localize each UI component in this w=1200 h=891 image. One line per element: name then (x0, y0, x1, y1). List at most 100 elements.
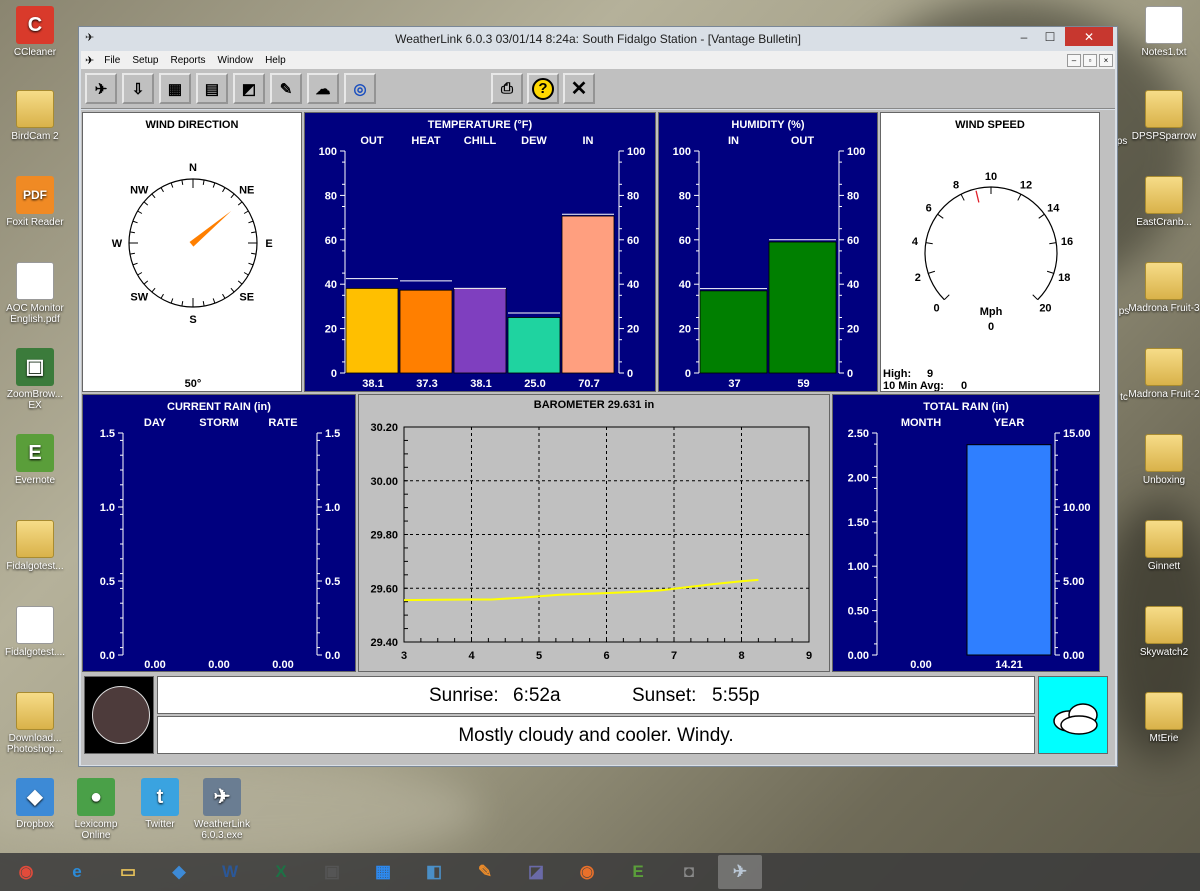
taskbar-button[interactable]: ◆ (157, 855, 201, 889)
bar-heat (399, 289, 453, 374)
help-icon: ? (532, 77, 554, 100)
mdi-close-button[interactable]: × (1099, 54, 1113, 67)
desktop-icon[interactable]: MtErie (1128, 692, 1200, 744)
scale-label: 80 (627, 190, 639, 202)
desktop-icon[interactable]: Fidalgotest.... (0, 606, 71, 658)
print-button[interactable]: ⎙ (491, 73, 523, 104)
desktop-icon[interactable]: Fidalgotest... (0, 520, 71, 572)
wind-direction-title: WIND DIRECTION (145, 119, 239, 131)
desktop-icon[interactable]: EastCranb... (1128, 176, 1200, 228)
column-label: RATE (268, 417, 297, 429)
gauge-tick (925, 242, 933, 245)
temperature-panel: TEMPERATURE (°F) OUT HEAT CHILL DEW IN 100 100… (304, 112, 656, 392)
notes-icon: ✎ (279, 80, 293, 98)
taskbar-button[interactable]: ◧ (412, 855, 456, 889)
weatherlink-icon: ✈ (732, 862, 748, 881)
desktop-icon[interactable]: ● Lexicomp Online (60, 778, 132, 841)
taskbar-button[interactable]: ◉ (565, 855, 609, 889)
scale-label: 60 (627, 235, 639, 247)
menu-file[interactable]: File (98, 55, 126, 66)
folder-icon (1145, 434, 1183, 472)
desktop-icon-label: Unboxing (1142, 475, 1186, 486)
scale-label: 20 (679, 324, 691, 336)
station-button[interactable]: ✈ (85, 73, 117, 104)
scale-label: 0.0 (100, 650, 115, 662)
exit-button[interactable]: ✕ (563, 73, 595, 104)
desktop-icon[interactable]: Unboxing (1128, 434, 1200, 486)
bulletin-button[interactable]: ▦ (159, 73, 191, 104)
noaa-button[interactable]: ◎ (344, 73, 376, 104)
desktop-icon-label: MtErie (1149, 733, 1179, 744)
wind-avg-value: 0 (961, 380, 968, 392)
taskbar-button[interactable]: ◉ (4, 855, 48, 889)
scale-label: 1.00 (848, 561, 869, 573)
weather-button[interactable]: ☁ (307, 73, 339, 104)
desktop-icon[interactable]: E Evernote (0, 434, 71, 486)
menu-setup[interactable]: Setup (126, 55, 164, 66)
app-icon: ✈ (85, 32, 95, 44)
total-rain-chart: MONTH YEAR 2.50 2.00 1.50 1.00 0.50 0.00 15.00 10… (848, 417, 1091, 671)
scale-label: 80 (679, 190, 691, 202)
desktop-icon[interactable]: Notes1.txt (1128, 6, 1200, 58)
document-icon[interactable]: ✈ (81, 54, 98, 67)
taskbar-button[interactable]: W (208, 855, 252, 889)
wind-compass: N NE E SE S SW W NW (112, 162, 273, 326)
bar-chill (453, 288, 507, 374)
desktop-icon[interactable]: Skywatch2 (1128, 606, 1200, 658)
column-label: STORM (199, 417, 239, 429)
forecast-panel: Mostly cloudy and cooler. Windy. (157, 716, 1035, 754)
desktop-icon[interactable]: PDF Foxit Reader (0, 176, 71, 228)
menu-help[interactable]: Help (259, 55, 292, 66)
mdi-minimize-button[interactable]: – (1067, 54, 1081, 67)
taskbar-button[interactable]: ▭ (106, 855, 150, 889)
desktop-icon[interactable]: AOC Monitor English.pdf (0, 262, 71, 325)
download-button[interactable]: ⇩ (122, 73, 154, 104)
help-button[interactable]: ? (527, 73, 559, 104)
notes-button[interactable]: ✎ (270, 73, 302, 104)
desktop-icon[interactable]: ✈ WeatherLink 6.0.3.exe (186, 778, 258, 841)
graph-button[interactable]: ◩ (233, 73, 265, 104)
desktop-icon[interactable]: Download... Photoshop... (0, 692, 71, 755)
maximize-button[interactable]: ☐ (1037, 27, 1063, 46)
bar-value: 70.7 (578, 378, 599, 390)
desktop-icon[interactable]: DPSPSparrow (1128, 90, 1200, 142)
bar-out (768, 241, 837, 374)
window-titlebar[interactable]: ✈ WeatherLink 6.0.3 03/01/14 8:24a: Sout… (79, 27, 1117, 51)
taskbar-button[interactable]: ◘ (667, 855, 711, 889)
taskbar-button[interactable]: ▣ (310, 855, 354, 889)
taskbar-button[interactable]: ✎ (463, 855, 507, 889)
taskbar-button[interactable]: ▦ (361, 855, 405, 889)
bar-year (966, 444, 1052, 656)
scale-label: 0 (685, 368, 691, 380)
taskbar-button[interactable]: X (259, 855, 303, 889)
close-button[interactable]: ✕ (1065, 27, 1113, 46)
menu-window[interactable]: Window (212, 55, 260, 66)
window-title: WeatherLink 6.0.3 03/01/14 8:24a: South … (395, 32, 801, 46)
scale-label: 0 (627, 368, 633, 380)
desktop-icon[interactable]: Madrona Fruit-3 (1128, 262, 1200, 314)
taskbar-button[interactable]: e (55, 855, 99, 889)
scale-label: 60 (847, 235, 859, 247)
taskbar-button[interactable]: ✈ (718, 855, 762, 889)
desktop-icon[interactable]: Ginnett (1128, 520, 1200, 572)
mdi-restore-button[interactable]: ▫ (1083, 54, 1097, 67)
taskbar-button[interactable]: ◪ (514, 855, 558, 889)
barometer-panel: BAROMETER 29.631 in 3 4 5 6 7 8 9 30.20 30.00 29.… (358, 394, 830, 672)
scale-label: 0.5 (100, 576, 115, 588)
desktop-icon-label: Madrona Fruit-2 (1128, 389, 1200, 400)
minimize-button[interactable]: – (1011, 27, 1037, 46)
sun-times-panel: Sunrise: 6:52a Sunset: 5:55p (157, 676, 1035, 714)
menu-reports[interactable]: Reports (164, 55, 211, 66)
scale-label: 1.0 (100, 502, 115, 514)
desktop-icon[interactable]: Madrona Fruit-2 (1128, 348, 1200, 400)
x-tick-label: 7 (671, 650, 677, 662)
desktop-icon-label: Skywatch2 (1139, 647, 1189, 658)
desktop-icon[interactable]: ▣ ZoomBrow... EX (0, 348, 71, 411)
taskbar-button[interactable]: E (616, 855, 660, 889)
summary-button[interactable]: ▤ (196, 73, 228, 104)
media-icon: ◪ (527, 862, 545, 881)
total-rain-panel: TOTAL RAIN (in) MONTH YEAR 2.50 2.00 1.50 1.0… (832, 394, 1100, 672)
x-tick-label: 3 (401, 650, 407, 662)
desktop-icon[interactable]: BirdCam 2 (0, 90, 71, 142)
desktop-icon[interactable]: C CCleaner (0, 6, 71, 58)
